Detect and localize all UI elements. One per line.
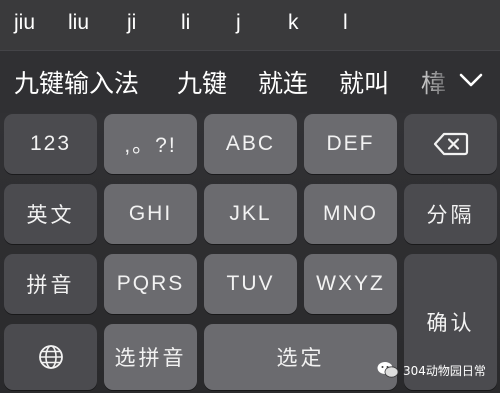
pqrs-key[interactable]: PQRS bbox=[104, 254, 197, 314]
keyboard: jiu liu ji li j k l 九键输入法 九键 就连 就叫 椲 123… bbox=[0, 0, 500, 393]
abc-key[interactable]: ABC bbox=[204, 114, 297, 174]
candidate[interactable]: 九键输入法 bbox=[14, 64, 139, 100]
candidate[interactable]: 就叫 bbox=[339, 64, 389, 100]
number-key[interactable]: 123 bbox=[4, 114, 97, 174]
pinyin-key[interactable]: 拼音 bbox=[4, 254, 97, 314]
pinyin-option[interactable]: ji bbox=[127, 11, 136, 35]
pinyin-option[interactable]: liu bbox=[68, 11, 89, 35]
backspace-icon bbox=[433, 132, 468, 156]
globe-key[interactable] bbox=[4, 324, 97, 390]
globe-icon bbox=[38, 345, 63, 369]
english-key[interactable]: 英文 bbox=[4, 184, 97, 244]
watermark-text: 304动物园日常 bbox=[403, 363, 486, 378]
select-pinyin-key[interactable]: 选拼音 bbox=[104, 324, 197, 390]
jkl-key[interactable]: JKL bbox=[204, 184, 297, 244]
punctuation-key[interactable]: ,。?! bbox=[104, 114, 197, 174]
watermark: 304动物园日常 bbox=[377, 360, 497, 380]
pinyin-option[interactable]: j bbox=[236, 11, 241, 35]
pinyin-option[interactable]: li bbox=[181, 11, 190, 35]
select-key[interactable]: 选定 bbox=[204, 324, 397, 390]
tuv-key[interactable]: TUV bbox=[204, 254, 297, 314]
mno-key[interactable]: MNO bbox=[304, 184, 397, 244]
separate-key[interactable]: 分隔 bbox=[404, 184, 497, 244]
def-key[interactable]: DEF bbox=[304, 114, 397, 174]
candidate-fade bbox=[410, 51, 455, 113]
ghi-key[interactable]: GHI bbox=[104, 184, 197, 244]
wxyz-key[interactable]: WXYZ bbox=[304, 254, 397, 314]
delete-key[interactable] bbox=[404, 114, 497, 174]
expand-candidates-button[interactable] bbox=[456, 65, 486, 95]
pinyin-option[interactable]: jiu bbox=[14, 11, 35, 35]
chevron-down-icon bbox=[459, 73, 483, 87]
pinyin-bar: jiu liu ji li j k l bbox=[0, 0, 500, 50]
pinyin-option[interactable]: l bbox=[343, 11, 348, 35]
candidate-bar: 九键输入法 九键 就连 就叫 椲 bbox=[0, 50, 500, 113]
wechat-icon bbox=[377, 362, 399, 378]
candidate[interactable]: 九键 bbox=[177, 64, 227, 100]
candidate[interactable]: 就连 bbox=[258, 64, 308, 100]
pinyin-option[interactable]: k bbox=[288, 11, 299, 35]
